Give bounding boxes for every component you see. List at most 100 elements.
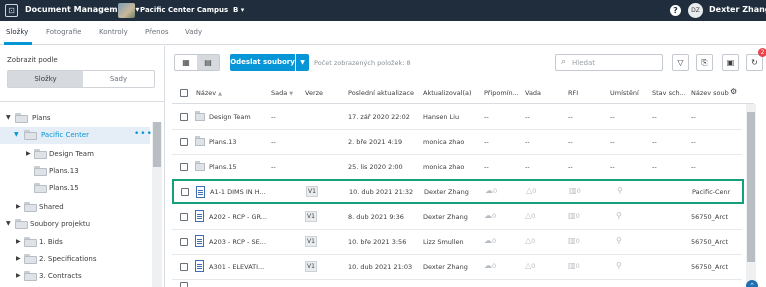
location-pin-icon[interactable]: ⚲	[616, 211, 622, 220]
chevron-down-icon[interactable]: ▼	[6, 114, 11, 121]
location-pin-icon[interactable]: ⚲	[616, 236, 622, 245]
chevron-right-icon[interactable]: ▶	[16, 255, 21, 262]
more-options-icon[interactable]: •••	[134, 129, 153, 139]
chevron-right-icon[interactable]: ▶	[16, 238, 21, 245]
tree-item-contracts[interactable]: ▶ 3. Contracts	[0, 268, 150, 285]
col-issues[interactable]: Vada	[525, 89, 541, 97]
search-input[interactable]	[572, 57, 660, 69]
tree-item-plans-15[interactable]: Plans.15	[0, 180, 150, 197]
tab-photos[interactable]: Fotografie	[46, 28, 81, 36]
comments-count[interactable]: ☁0	[484, 211, 496, 220]
rfi-count[interactable]: ▥0	[568, 261, 580, 270]
cell-name[interactable]: A1-1 DIMS IN H...	[210, 188, 272, 196]
version-badge[interactable]: V1	[305, 236, 317, 247]
chevron-right-icon[interactable]: ▶	[16, 203, 21, 210]
col-comments[interactable]: Připomín...	[484, 89, 519, 97]
table-row[interactable]: Design Team -- 17. zář 2020 22:02 Hansen…	[172, 105, 742, 130]
cell-name[interactable]: Plans.13	[209, 138, 274, 146]
version-badge[interactable]: V1	[305, 211, 317, 222]
tab-inspections[interactable]: Kontroly	[99, 28, 128, 36]
app-logo-icon[interactable]: ⊡	[5, 4, 18, 17]
select-all-checkbox[interactable]	[180, 89, 188, 97]
chevron-right-icon[interactable]: ▶	[26, 150, 31, 157]
row-checkbox[interactable]	[180, 263, 188, 271]
list-view-icon[interactable]: ▤	[197, 55, 219, 70]
version-badge[interactable]: V1	[306, 186, 318, 197]
table-row[interactable]: Plans.15 -- 25. lis 2020 2:00 monica zha…	[172, 155, 742, 180]
issues-count[interactable]: △0	[525, 261, 535, 270]
table-row-selected[interactable]: A1-1 DIMS IN H... V1 10. dub 2021 21:32 …	[172, 179, 744, 204]
row-checkbox[interactable]	[180, 213, 188, 221]
chevron-right-icon[interactable]: ▶	[16, 272, 21, 279]
upload-dropdown-icon[interactable]: ▼	[296, 54, 309, 71]
col-updated-by[interactable]: Aktualizoval(a)	[423, 89, 472, 97]
comments-count[interactable]: ☁0	[484, 236, 496, 245]
table-scrollbar[interactable]	[746, 104, 756, 287]
cell-name[interactable]: Design Team	[209, 113, 274, 121]
tree-item-specifications[interactable]: ▶ 2. Specifications	[0, 251, 150, 268]
rfi-count[interactable]: ▥0	[569, 186, 581, 195]
chevron-down-icon[interactable]: ▼	[6, 220, 11, 227]
chevron-up-icon[interactable]: ⌃	[746, 280, 758, 287]
col-set[interactable]: Sada ▼	[271, 89, 293, 97]
tree-item-plans-13[interactable]: Plans.13	[0, 163, 150, 180]
table-row[interactable]: Plans.13 -- 2. bře 2021 4:19 monica zhao…	[172, 130, 742, 155]
filter-icon[interactable]: ▽	[672, 54, 689, 71]
scrollbar-thumb[interactable]	[747, 112, 755, 262]
col-rfi[interactable]: RFI	[568, 89, 578, 97]
rfi-count[interactable]: ▥0	[568, 211, 580, 220]
col-name[interactable]: Název ▲	[196, 89, 222, 97]
avatar[interactable]: DZ	[688, 3, 703, 18]
col-version[interactable]: Verze	[305, 89, 323, 97]
view-folders-button[interactable]: Složky	[8, 71, 83, 87]
export-icon[interactable]: ⎘	[696, 54, 713, 71]
table-row[interactable]: A301 - ELEVATI... V1 10. dub 2021 21:03 …	[172, 255, 742, 280]
tree-item-plans[interactable]: ▼ Plans	[0, 110, 150, 127]
tree-item-project-files[interactable]: ▼ Soubory projektu	[0, 216, 150, 233]
row-checkbox[interactable]	[181, 188, 189, 196]
row-checkbox[interactable]	[180, 113, 188, 121]
rfi-count[interactable]: ▥0	[568, 236, 580, 245]
comments-count[interactable]: ☁0	[485, 186, 497, 195]
table-row[interactable]: A203 - RCP - SE... V1 10. bře 2021 3:56 …	[172, 230, 742, 255]
help-icon[interactable]: ?	[670, 5, 681, 16]
col-filename[interactable]: Název soub	[691, 89, 729, 97]
table-row[interactable]	[172, 280, 742, 287]
col-status[interactable]: Stav sch...	[652, 89, 686, 97]
cell-name[interactable]: A202 - RCP - GR...	[209, 213, 271, 221]
tree-item-shared[interactable]: ▶ Shared	[0, 199, 150, 216]
cell-name[interactable]: A203 - RCP - SE...	[209, 238, 271, 246]
comments-count[interactable]: ☁0	[484, 261, 496, 270]
tree-scrollbar[interactable]	[152, 122, 162, 287]
row-checkbox[interactable]	[180, 238, 188, 246]
tree-item-design-team[interactable]: ▶ Design Team	[0, 146, 150, 163]
tree-item-bids[interactable]: ▶ 1. Bids	[0, 234, 150, 251]
grid-view-icon[interactable]: ▦	[175, 55, 197, 70]
view-sets-button[interactable]: Sady	[83, 71, 154, 87]
tab-transmittals[interactable]: Přenos	[145, 28, 169, 36]
issues-count[interactable]: △0	[525, 211, 535, 220]
chevron-down-icon[interactable]: ▼	[14, 131, 19, 138]
tab-issues[interactable]: Vady	[185, 28, 202, 36]
upload-files-button[interactable]: Odeslat soubory	[230, 54, 295, 71]
issues-count[interactable]: △0	[526, 186, 536, 195]
tree-item-pacific-center[interactable]: ▼ Pacific Center •••	[0, 127, 153, 144]
scrollbar-thumb[interactable]	[153, 122, 161, 167]
row-checkbox[interactable]	[180, 138, 188, 146]
row-checkbox[interactable]	[180, 282, 188, 287]
row-checkbox[interactable]	[180, 163, 188, 171]
cell-name[interactable]: A301 - ELEVATI...	[209, 263, 271, 271]
table-row[interactable]: A202 - RCP - GR... V1 8. dub 2021 9:36 D…	[172, 205, 742, 230]
version-badge[interactable]: V1	[305, 261, 317, 272]
cell-name[interactable]: Plans.15	[209, 163, 274, 171]
col-last-updated[interactable]: Poslední aktualizace	[348, 89, 414, 97]
issues-count[interactable]: △0	[525, 236, 535, 245]
column-settings-icon[interactable]: ⚙	[730, 87, 737, 96]
compare-icon[interactable]: ▣	[722, 54, 739, 71]
location-pin-icon[interactable]: ⚲	[616, 261, 622, 270]
col-location[interactable]: Umístění	[610, 89, 639, 97]
project-switcher[interactable]: Pacific Center Campus B ▾	[140, 6, 244, 14]
tab-folders[interactable]: Složky	[6, 28, 28, 36]
location-pin-icon[interactable]: ⚲	[617, 186, 623, 195]
user-menu[interactable]: Dexter Zhang ▾	[709, 5, 766, 14]
